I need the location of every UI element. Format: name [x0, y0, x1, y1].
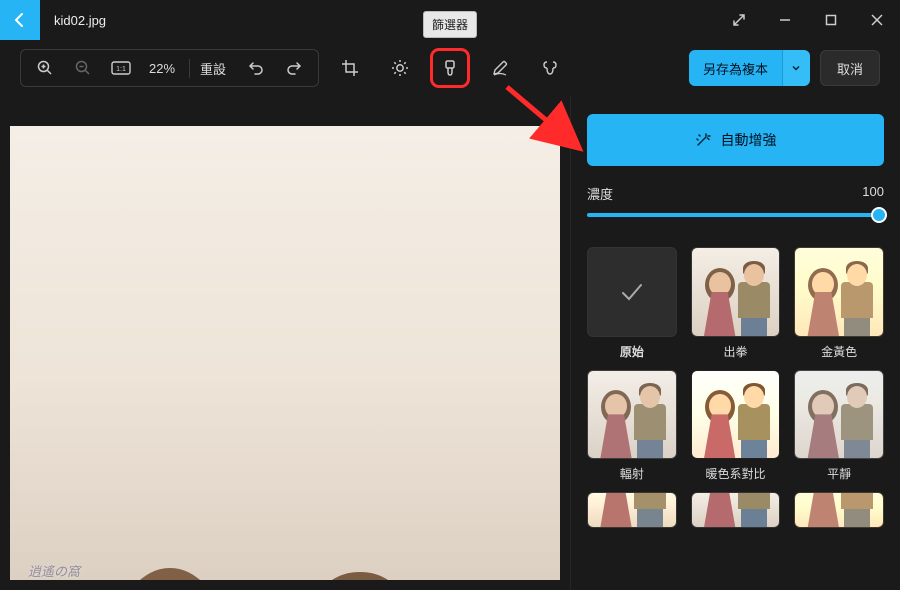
- crop-icon: [341, 59, 359, 77]
- zoom-out-icon: [74, 59, 92, 77]
- reset-button[interactable]: 重設: [189, 59, 236, 78]
- expand-diagonal-icon: [732, 13, 746, 27]
- arrow-left-icon: [12, 12, 28, 28]
- zoom-in-icon: [36, 59, 54, 77]
- brightness-icon: [391, 59, 409, 77]
- save-split-button: 另存為複本: [689, 50, 810, 86]
- intensity-slider[interactable]: [587, 213, 884, 217]
- filter-golden[interactable]: 金黃色: [794, 247, 884, 360]
- cancel-button[interactable]: 取消: [820, 50, 880, 86]
- back-button[interactable]: [0, 0, 40, 40]
- action-buttons: 另存為複本 取消: [689, 50, 880, 86]
- crop-tool[interactable]: [333, 51, 367, 85]
- maximize-button[interactable]: [808, 0, 854, 40]
- save-as-copy-button[interactable]: 另存為複本: [689, 50, 782, 86]
- redo-button[interactable]: [276, 51, 312, 85]
- filter-original[interactable]: 原始: [587, 247, 677, 360]
- filter-thumb: [691, 247, 781, 337]
- filter-thumb: [691, 492, 781, 528]
- aspect-1-1-icon: 1:1: [111, 61, 131, 75]
- image-canvas[interactable]: 逍遙の窩: [0, 96, 570, 590]
- zoom-group: 1:1 22% 重設: [20, 49, 319, 87]
- pen-icon: [491, 59, 509, 77]
- filter-thumb: [587, 370, 677, 460]
- filter-thumb: [794, 492, 884, 528]
- chevron-down-icon: [791, 63, 801, 73]
- intensity-value: 100: [862, 184, 884, 203]
- filter-brush-icon: [441, 59, 459, 77]
- toolbar: 1:1 22% 重設 篩選器 另存為複本: [0, 40, 900, 96]
- slider-thumb[interactable]: [871, 207, 887, 223]
- auto-enhance-button[interactable]: 自動增強: [587, 114, 884, 166]
- adjust-tool[interactable]: [383, 51, 417, 85]
- watermark: 逍遙の窩: [28, 561, 80, 580]
- close-button[interactable]: [854, 0, 900, 40]
- filter-thumb-original: [587, 247, 677, 337]
- side-panel: 自動增強 濃度 100 原始 出拳: [570, 96, 900, 590]
- intensity-label: 濃度: [587, 184, 613, 203]
- expand-button[interactable]: [716, 0, 762, 40]
- filter-thumb: [691, 370, 781, 460]
- save-dropdown[interactable]: [782, 50, 810, 86]
- svg-text:1:1: 1:1: [116, 66, 126, 73]
- filter-label: 平靜: [794, 465, 884, 482]
- filter-more-3[interactable]: [794, 492, 884, 528]
- markup-tool[interactable]: [483, 51, 517, 85]
- close-icon: [871, 14, 883, 26]
- heal-icon: [541, 59, 559, 77]
- zoom-out-button[interactable]: [65, 51, 101, 85]
- tooltip-filter: 篩選器: [423, 11, 477, 38]
- minimize-icon: [779, 14, 791, 26]
- auto-enhance-label: 自動增強: [721, 130, 777, 150]
- wand-icon: [695, 132, 711, 148]
- filter-more-2[interactable]: [691, 492, 781, 528]
- filter-label: 金黃色: [794, 343, 884, 360]
- fit-button[interactable]: 1:1: [103, 51, 139, 85]
- filter-label: 原始: [587, 343, 677, 360]
- filter-thumb: [794, 247, 884, 337]
- undo-icon: [248, 60, 264, 76]
- filter-grid: 原始 出拳 金黃色 輻射: [587, 247, 884, 528]
- filter-thumb: [794, 370, 884, 460]
- filter-punch[interactable]: 出拳: [691, 247, 781, 360]
- edit-tools: 篩選器: [333, 51, 567, 85]
- filter-calm[interactable]: 平靜: [794, 370, 884, 483]
- filter-warm-contrast[interactable]: 暖色系對比: [691, 370, 781, 483]
- filter-radiate[interactable]: 輻射: [587, 370, 677, 483]
- intensity-row: 濃度 100: [587, 184, 884, 203]
- filter-more-1[interactable]: [587, 492, 677, 528]
- retouch-tool[interactable]: [533, 51, 567, 85]
- filter-label: 暖色系對比: [691, 465, 781, 482]
- photo-image: [10, 126, 560, 580]
- filter-label: 出拳: [691, 343, 781, 360]
- check-icon: [617, 277, 647, 307]
- minimize-button[interactable]: [762, 0, 808, 40]
- file-name: kid02.jpg: [40, 13, 106, 28]
- undo-button[interactable]: [238, 51, 274, 85]
- main-area: 逍遙の窩 自動增強 濃度 100 原始: [0, 96, 900, 590]
- zoom-level[interactable]: 22%: [141, 61, 183, 76]
- filter-thumb: [587, 492, 677, 528]
- filter-tool[interactable]: 篩選器: [433, 51, 467, 85]
- redo-icon: [286, 60, 302, 76]
- filter-label: 輻射: [587, 465, 677, 482]
- maximize-icon: [825, 14, 837, 26]
- zoom-in-button[interactable]: [27, 51, 63, 85]
